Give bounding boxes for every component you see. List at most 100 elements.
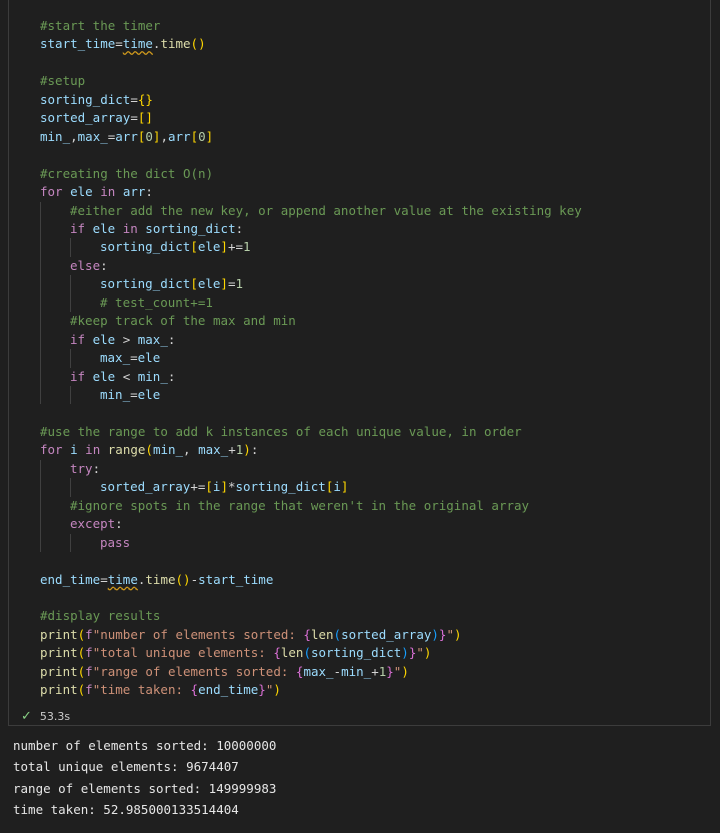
code-token: ] [220,276,228,292]
code-token: : [145,184,153,200]
code-line[interactable]: start_time=time.time() [40,35,206,53]
code-line[interactable]: pass [100,534,130,552]
code-line[interactable]: sorted_array+=[i]*sorting_dict[i] [100,478,348,496]
code-token: , [70,128,78,144]
code-token: { [273,645,281,661]
code-line[interactable]: min_=ele [100,386,160,404]
code-token: arr [122,184,146,200]
code-line[interactable]: #use the range to add k instances of eac… [40,423,522,441]
code-token: #ignore spots in the range that weren't … [70,497,530,513]
code-token: start_time [198,571,274,587]
indent-guide [40,478,41,497]
code-token: 1 [243,239,251,255]
code-line[interactable]: sorting_dict[ele]=1 [100,275,243,293]
code-line[interactable]: #ignore spots in the range that weren't … [70,497,529,515]
code-line[interactable]: sorting_dict[ele]+=1 [100,238,251,256]
code-token: < [115,368,138,384]
code-token: ) [431,626,439,642]
code-token: #use the range to add k instances of eac… [40,423,522,439]
code-token: ] [205,128,214,144]
code-token: sorting_dict [100,276,191,292]
code-token: "time taken: [92,682,191,698]
code-token: in [85,442,101,458]
indent-guide [70,386,71,405]
code-token: " [416,645,424,661]
code-token: min_ [137,368,168,384]
code-line[interactable]: if ele in sorting_dict: [70,220,243,238]
code-token: += [190,479,206,495]
code-token: arr [115,128,138,144]
code-line[interactable]: print(f"number of elements sorted: {len(… [40,626,462,644]
code-token: else [70,257,101,273]
code-token: in [100,184,116,200]
code-line[interactable]: end_time=time.time()-start_time [40,571,273,589]
code-line[interactable]: #creating the dict O(n) [40,165,213,183]
code-token: = [130,350,138,366]
code-line[interactable]: print(f"range of elements sorted: {max_-… [40,663,409,681]
code-token: : [167,368,176,384]
code-token: ele [137,350,161,366]
code-line[interactable]: min_,max_=arr[0],arr[0] [40,128,213,146]
code-line[interactable]: for i in range(min_, max_+1): [40,441,258,459]
code-line[interactable]: except: [70,515,123,533]
code-token: max_ [198,442,229,458]
code-cell[interactable]: #start the timer start_time=time.time() #s… [8,0,711,726]
code-token: [ [190,239,198,255]
code-token: print [40,626,78,642]
code-line[interactable]: #setup [40,72,85,90]
code-line[interactable]: sorted_array=[] [40,109,153,127]
code-token: sorting_dict [100,239,191,255]
code-line[interactable]: print(f"time taken: {end_time}") [40,681,281,699]
code-line[interactable]: #either add the new key, or append anoth… [70,202,582,220]
code-line[interactable]: try: [70,460,100,478]
code-token: if [70,368,86,384]
indent-guide [70,238,71,257]
code-token: "total unique elements: [92,645,274,661]
code-token: ) [401,645,409,661]
code-token: sorted_array [40,110,131,126]
code-token: : [235,220,244,236]
code-token: sorting_dict [40,91,131,107]
code-line[interactable]: #display results [40,607,160,625]
code-line[interactable]: if ele > max_: [70,331,175,349]
code-token: #either add the new key, or append anoth… [70,202,582,218]
code-token: len [310,626,334,642]
code-token: [ [205,479,213,495]
code-token: min_ [40,128,71,144]
code-token: if [70,220,86,236]
code-token: ) [273,682,281,698]
code-line[interactable]: sorting_dict={} [40,91,153,109]
code-token: max_ [137,331,168,347]
code-token: + [371,663,379,679]
code-token: time [122,36,153,52]
code-token: ele [197,239,221,255]
code-token: } [258,682,266,698]
code-line[interactable]: for ele in arr: [40,183,153,201]
code-token: time [160,36,191,52]
indent-guide [40,256,41,276]
code-token: ( [303,645,311,661]
code-line[interactable]: #start the timer [40,17,160,35]
code-line[interactable]: #keep track of the max and min [70,312,296,330]
code-token: f [85,663,93,679]
code-token: end_time [40,571,101,587]
code-line[interactable]: if ele < min_: [70,368,175,386]
indent-guide [40,293,41,313]
code-token: #start the timer [40,18,161,33]
code-token: end_time [198,682,259,698]
code-token: { [190,682,199,698]
code-token: print [40,645,78,661]
code-token: "range of elements sorted: [92,663,296,679]
code-token: = [130,387,138,402]
code-token: print [40,682,78,698]
code-line[interactable]: else: [70,257,108,275]
code-token: { [303,626,311,642]
indent-guide [70,293,71,313]
code-line[interactable]: print(f"total unique elements: {len(sort… [40,644,431,662]
code-line[interactable]: max_=ele [100,349,160,367]
code-token: f [85,645,93,661]
code-line[interactable]: # test_count+=1 [100,294,213,312]
